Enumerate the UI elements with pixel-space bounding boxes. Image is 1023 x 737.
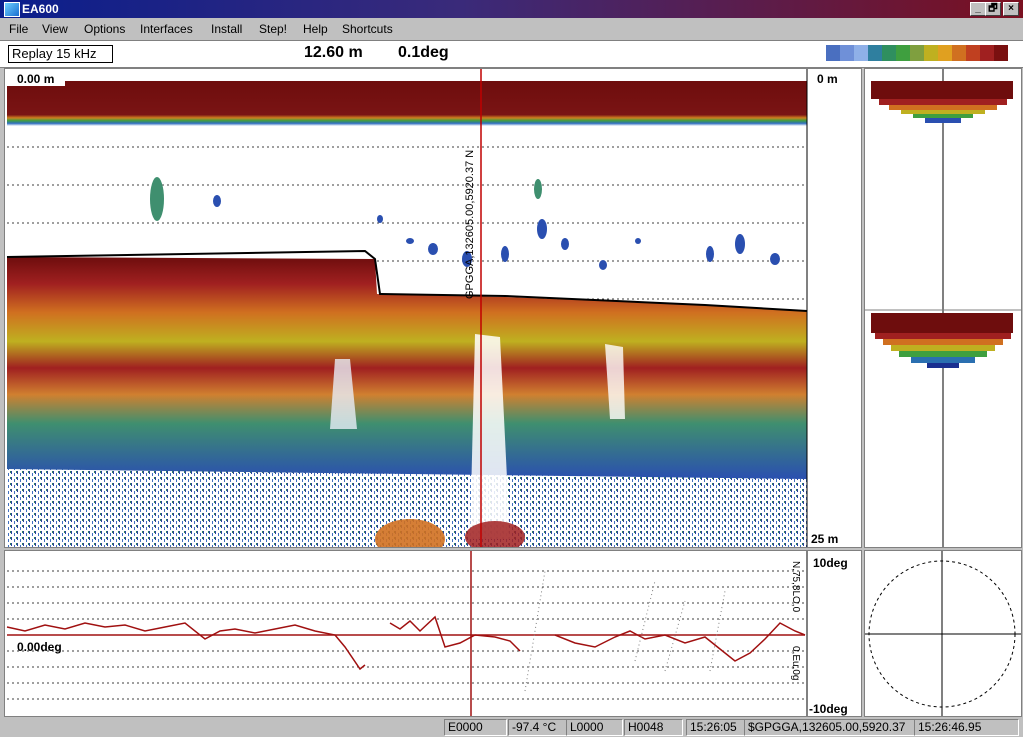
menu-bar: File View Options Interfaces Install Ste… [0, 18, 1023, 40]
palette-swatch [966, 45, 980, 61]
palette-swatch [938, 45, 952, 61]
surface-layer [7, 81, 807, 126]
vertical-note-top: N,75,8LO,0 [790, 561, 801, 613]
range-bottom-label: 25 m [811, 532, 838, 546]
palette-swatch [826, 45, 840, 61]
menu-install[interactable]: Install [211, 22, 242, 36]
window-title: EA600 [22, 2, 59, 16]
vertical-note-bottom: 0,Eu,0g [790, 646, 801, 680]
palette-swatch [910, 45, 924, 61]
roll-trace [389, 615, 521, 652]
menu-shortcuts[interactable]: Shortcuts [342, 22, 393, 36]
palette-swatch [840, 45, 854, 61]
palette-swatch [854, 45, 868, 61]
status-temperature: -97.4 °C [508, 719, 567, 736]
lower-scope-bars [871, 313, 1013, 368]
status-l: L0000 [566, 719, 623, 736]
close-button[interactable]: × [1003, 2, 1019, 16]
pitch-trace [524, 570, 726, 692]
attitude-panel[interactable] [864, 550, 1022, 717]
status-clock: 15:26:46.95 [914, 719, 1019, 736]
menu-step[interactable]: Step! [259, 22, 287, 36]
status-bar: E0000 -97.4 °C L0000 H0048 15:26:05 $GPG… [0, 717, 1023, 737]
motion-top-label: 10deg [813, 556, 848, 570]
palette-swatch [882, 45, 896, 61]
motion-panel[interactable]: 0.00deg 10deg -10deg N,75,8LO,0 0,Eu,0g [4, 550, 862, 717]
title-bar: EA600 _ 🗗 × [0, 0, 1023, 18]
motion-bottom-label: -10deg [809, 702, 848, 716]
palette-swatch [980, 45, 994, 61]
minimize-button[interactable]: _ [970, 2, 986, 16]
status-nmea: $GPGGA,132605.00,5920.37 [744, 719, 915, 736]
menu-file[interactable]: File [9, 22, 28, 36]
menu-interfaces[interactable]: Interfaces [140, 22, 193, 36]
menu-view[interactable]: View [42, 22, 68, 36]
upper-scope-bars [871, 81, 1013, 123]
palette-swatch [924, 45, 938, 61]
echogram-svg: GPGGA,132605.00,5920.37 N 0.00 m 0 m 25 … [6, 69, 838, 547]
top-depth-label: 0.00 m [17, 72, 54, 86]
depth-readout: 12.60 m [304, 44, 363, 61]
nmea-annotation: GPGGA,132605.00,5920.37 N [464, 150, 476, 299]
palette-swatch [952, 45, 966, 61]
seabed-echo [7, 257, 807, 479]
motion-svg: 0.00deg 10deg -10deg N,75,8LO,0 0,Eu,0g [6, 551, 848, 716]
replay-mode-box[interactable]: Replay 15 kHz [8, 45, 113, 63]
scope-panel[interactable] [864, 68, 1022, 548]
status-time: 15:26:05 [686, 719, 745, 736]
roll-trace [554, 622, 806, 662]
angle-readout: 0.1deg [398, 44, 449, 61]
status-e: E0000 [444, 719, 507, 736]
menu-options[interactable]: Options [84, 22, 125, 36]
app-icon [4, 2, 20, 17]
echogram-panel[interactable]: GPGGA,132605.00,5920.37 N 0.00 m 0 m 25 … [4, 68, 862, 548]
palette-swatch [896, 45, 910, 61]
restore-button[interactable]: 🗗 [985, 2, 1001, 16]
palette-swatch [868, 45, 882, 61]
info-bar: Replay 15 kHz 12.60 m 0.1deg [0, 40, 1023, 68]
menu-help[interactable]: Help [303, 22, 328, 36]
status-h: H0048 [624, 719, 683, 736]
scope-svg [865, 69, 1021, 547]
palette-swatch [994, 45, 1008, 61]
color-palette [826, 45, 1008, 61]
range-top-label: 0 m [817, 72, 838, 86]
zero-deg-label: 0.00deg [17, 640, 62, 654]
attitude-svg [865, 551, 1021, 716]
